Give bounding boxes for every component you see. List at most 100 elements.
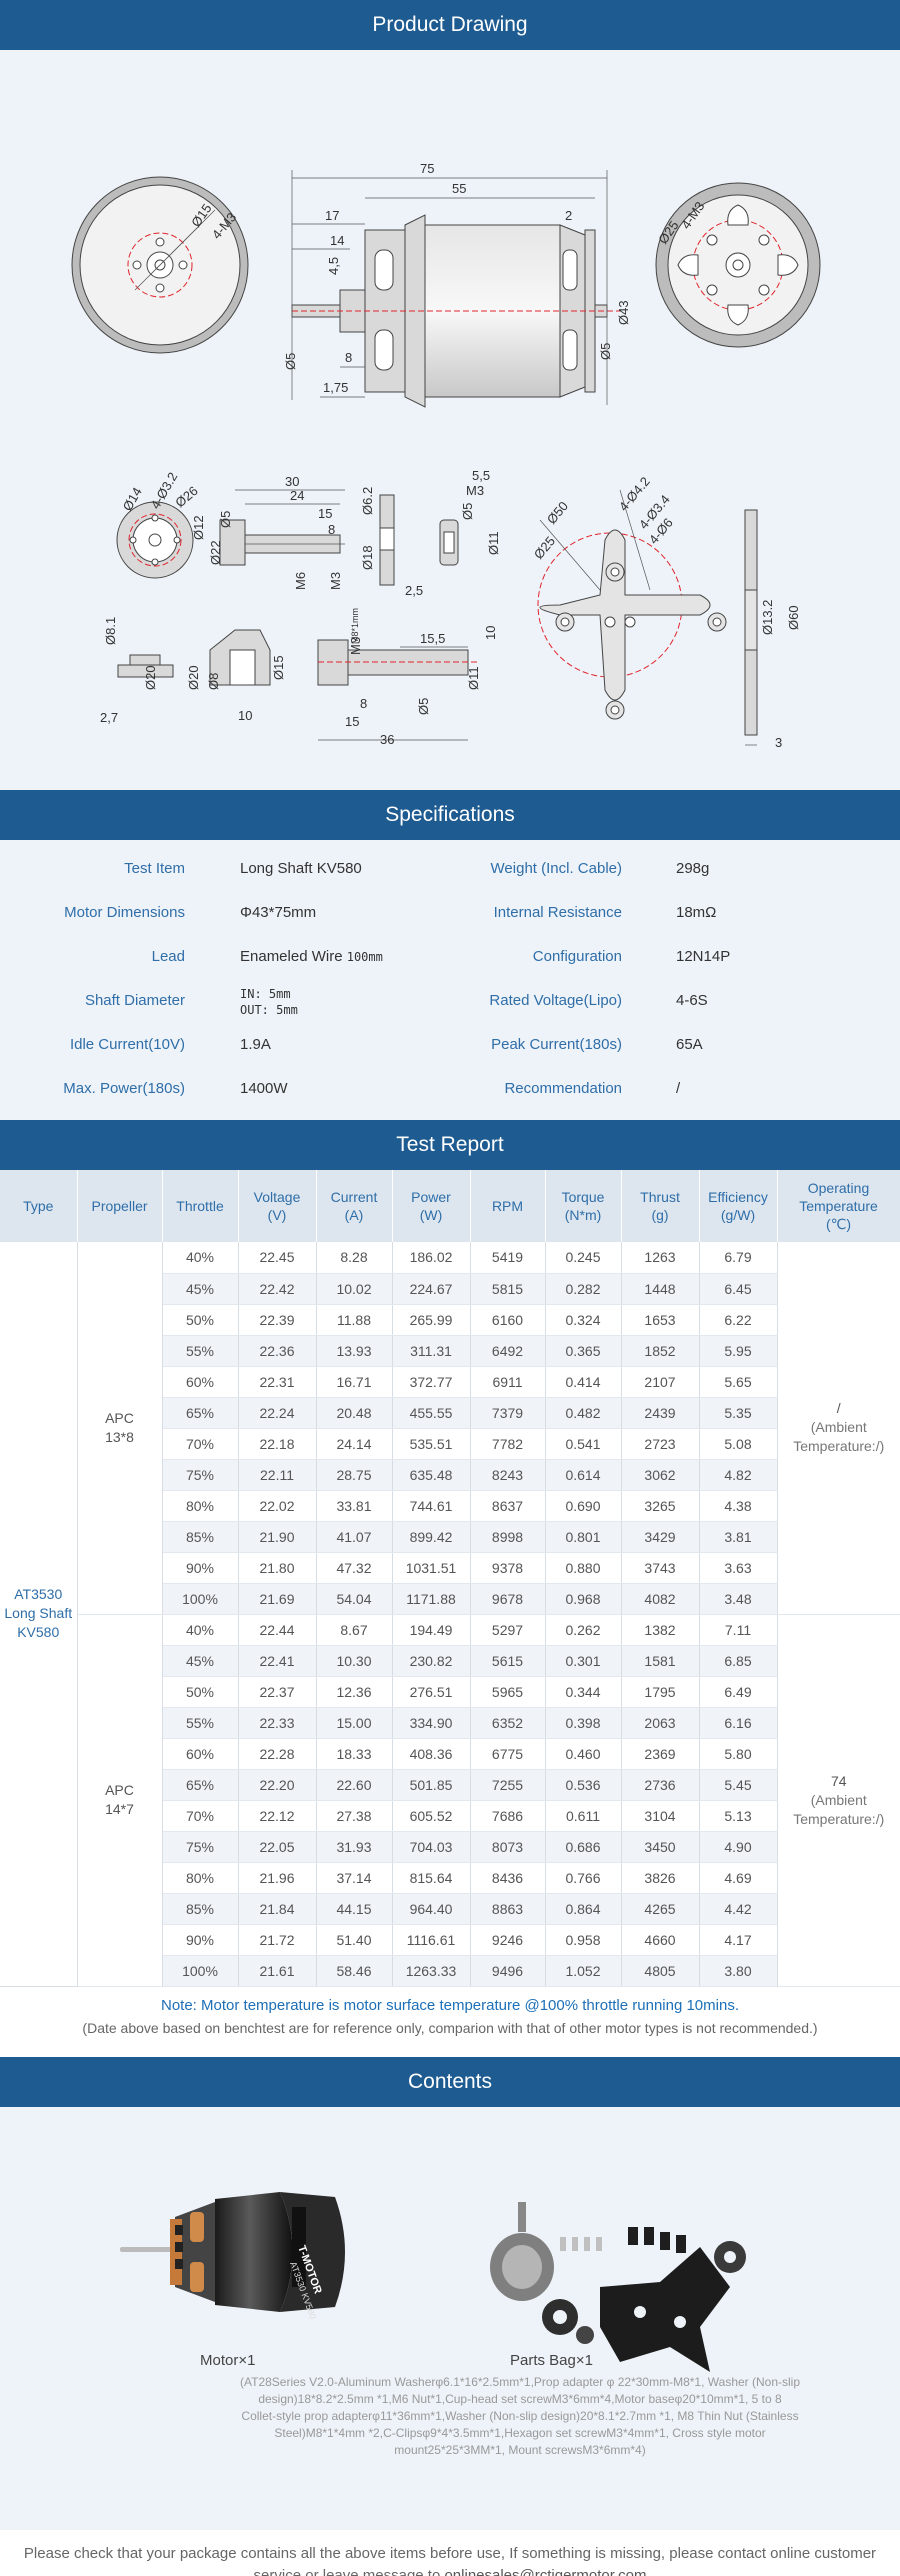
table-cell: 6775 <box>470 1738 546 1770</box>
table-cell: 10.02 <box>316 1273 393 1305</box>
table-cell: 22.02 <box>238 1490 317 1522</box>
table-cell: 0.398 <box>545 1707 622 1739</box>
column-header: Type <box>0 1170 78 1242</box>
table-cell: 5615 <box>470 1645 546 1677</box>
spec-label: Max. Power(180s) <box>63 1080 185 1097</box>
svg-text:24: 24 <box>290 488 304 503</box>
svg-text:Ø5: Ø5 <box>416 698 431 715</box>
table-cell: 21.90 <box>238 1521 317 1553</box>
svg-text:10: 10 <box>483 626 498 640</box>
svg-text:Ø5: Ø5 <box>460 503 475 520</box>
table-cell: 21.69 <box>238 1583 317 1615</box>
table-cell: 4805 <box>621 1955 700 1987</box>
column-header: Voltage (V) <box>238 1170 317 1242</box>
table-cell: 6.85 <box>699 1645 778 1677</box>
column-header: Current (A) <box>316 1170 393 1242</box>
table-cell: 311.31 <box>392 1335 471 1367</box>
table-cell: 0.541 <box>545 1428 622 1460</box>
table-cell: 85% <box>162 1893 239 1925</box>
table-cell: 0.414 <box>545 1366 622 1398</box>
table-cell: 0.344 <box>545 1676 622 1708</box>
svg-text:4,5: 4,5 <box>326 257 341 275</box>
table-cell: 0.801 <box>545 1521 622 1553</box>
table-cell: 2369 <box>621 1738 700 1770</box>
table-cell: 8073 <box>470 1831 546 1863</box>
column-header: Operating Temperature (℃) <box>777 1170 900 1242</box>
table-cell: 41.07 <box>316 1521 393 1553</box>
svg-text:17: 17 <box>325 208 339 223</box>
table-cell: 22.11 <box>238 1459 317 1491</box>
table-cell: 22.05 <box>238 1831 317 1863</box>
table-cell: 22.44 <box>238 1613 317 1646</box>
table-cell: 54.04 <box>316 1583 393 1615</box>
shaft-out: OUT: 5mm <box>240 1003 298 1017</box>
svg-text:Ø50: Ø50 <box>544 498 571 526</box>
spec-label: Shaft Diameter <box>84 992 185 1009</box>
table-body: AT3530 Long Shaft KV580 APC 13*8 40% 22.45 8.28… <box>0 1242 900 1987</box>
spec-row: Shaft Diameter IN: 5mm OUT: 5mm Rated Vo… <box>0 987 900 1036</box>
svg-text:M8*1mm: M8*1mm <box>350 608 360 644</box>
parts-bag-description: (AT28Series V2.0-Aluminum Washerφ6.1*16*… <box>240 2374 801 2457</box>
table-cell: 1031.51 <box>392 1552 471 1584</box>
svg-text:Ø20: Ø20 <box>186 665 201 690</box>
table-cell: 22.12 <box>238 1800 317 1832</box>
svg-text:Ø11: Ø11 <box>466 666 481 690</box>
shaft-in: IN: 5mm <box>240 987 291 1001</box>
spec-label: Idle Current(10V) <box>69 1036 185 1053</box>
svg-text:Ø5: Ø5 <box>598 343 613 360</box>
svg-text:Ø13.2: Ø13.2 <box>760 600 775 635</box>
ambient-temperature: (Ambient Temperature:/) <box>793 1791 885 1827</box>
table-cell: 22.36 <box>238 1335 317 1367</box>
email-link[interactable]: onlinesales@rctigermotor.com <box>444 2567 646 2576</box>
table-cell: 3.80 <box>699 1955 778 1987</box>
svg-text:8: 8 <box>345 350 352 365</box>
table-cell: 4265 <box>621 1893 700 1925</box>
table-cell: 605.52 <box>392 1800 471 1832</box>
side-view: 75 55 17 14 2 4,5 Ø5 Ø43 Ø5 8 1,75 <box>283 161 631 408</box>
table-cell: 0.611 <box>545 1800 622 1832</box>
test-report-header: Test Report <box>0 1120 900 1170</box>
table-cell: 40% <box>162 1242 239 1274</box>
table-cell: 6352 <box>470 1707 546 1739</box>
parts-bag-image <box>490 2201 746 2372</box>
parts-bag-label: Parts Bag×1 <box>510 2351 593 2369</box>
parts-bottom: Ø8.1 Ø20 2,7 Ø20 Ø8 Ø15 10 M3 M8*1mm 15,… <box>100 608 481 747</box>
table-cell: 1171.88 <box>392 1583 471 1615</box>
product-drawing: .ln { stroke:#444; stroke-width:1.1; fil… <box>0 50 900 790</box>
footer-notice: Please check that your package contains … <box>0 2529 900 2576</box>
spec-label: Weight (Incl. Cable) <box>490 860 622 877</box>
table-cell: 6.79 <box>699 1242 778 1274</box>
table-cell: 85% <box>162 1521 239 1553</box>
table-cell: 4.69 <box>699 1862 778 1894</box>
table-cell: 535.51 <box>392 1428 471 1460</box>
table-cell: 0.864 <box>545 1893 622 1925</box>
ambient-temperature: (Ambient Temperature:/) <box>793 1419 885 1455</box>
motor-label: Motor×1 <box>200 2351 256 2369</box>
table-cell: 0.282 <box>545 1273 622 1305</box>
table-cell: 5965 <box>470 1676 546 1708</box>
table-row: AT3530 Long Shaft KV580 APC 13*8 40% 22.45 8.28… <box>0 1242 900 1987</box>
table-cell: 2736 <box>621 1769 700 1801</box>
table-cell: 21.96 <box>238 1862 317 1894</box>
spec-value: 298g <box>676 860 710 877</box>
table-cell: 1.052 <box>545 1955 622 1987</box>
table-cell: 0.958 <box>545 1924 622 1956</box>
spec-label: Internal Resistance <box>493 904 622 921</box>
table-cell: 44.15 <box>316 1893 393 1925</box>
table-cell: 6.45 <box>699 1273 778 1305</box>
table-cell: 6.22 <box>699 1304 778 1336</box>
table-cell: 31.93 <box>316 1831 393 1863</box>
column-header: Power (W) <box>392 1170 471 1242</box>
svg-text:Ø60: Ø60 <box>786 605 801 630</box>
note-disclaimer: (Date above based on benchtest are for r… <box>82 2019 818 2036</box>
report-note: Note: Motor temperature is motor surface… <box>0 1986 900 2057</box>
svg-text:15,5: 15,5 <box>420 631 445 646</box>
spec-row: Max. Power(180s) 1400W Recommendation / <box>0 1080 900 1124</box>
table-cell: 0.686 <box>545 1831 622 1863</box>
table-cell: 21.80 <box>238 1552 317 1584</box>
svg-text:Ø43: Ø43 <box>616 300 631 325</box>
note-temperature: Note: Motor temperature is motor surface… <box>161 1996 739 2014</box>
svg-text:Ø5: Ø5 <box>218 511 233 528</box>
svg-text:M6: M6 <box>293 572 308 590</box>
table-cell: 55% <box>162 1335 239 1367</box>
